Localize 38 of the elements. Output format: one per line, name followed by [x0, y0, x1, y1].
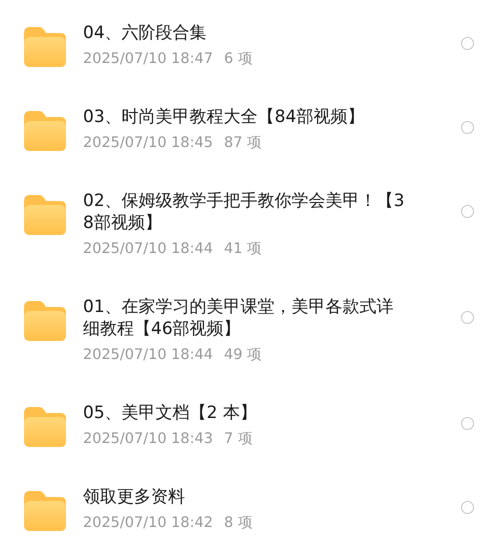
- folder-row[interactable]: 04、六阶段合集 2025/07/10 18:47 6 项: [0, 5, 500, 89]
- folder-name: 02、保姆级教学手把手教你学会美甲！【3: [83, 190, 406, 212]
- select-radio[interactable]: [461, 501, 474, 514]
- item-count: 8 项: [224, 514, 253, 533]
- item-count: 49 项: [224, 346, 262, 365]
- select-radio[interactable]: [461, 121, 474, 134]
- folder-icon: [24, 301, 66, 341]
- folder-row[interactable]: 05、美甲文档【2 本】 2025/07/10 18:43 7 项: [0, 385, 500, 469]
- item-count: 87 项: [224, 134, 262, 153]
- item-count: 7 项: [224, 430, 253, 449]
- folder-icon: [24, 27, 66, 67]
- folder-row[interactable]: 01、在家学习的美甲课堂，美甲各款式详 细教程【46部视频】 2025/07/10 18:44 49 项: [0, 279, 500, 385]
- folder-name: 8部视频】: [83, 212, 163, 234]
- folder-row[interactable]: 03、时尚美甲教程大全【84部视频】 2025/07/10 18:45 87 项: [0, 89, 500, 173]
- folder-icon: [24, 407, 66, 447]
- folder-name: 细教程【46部视频】: [83, 318, 242, 340]
- folder-name: 04、六阶段合集: [83, 22, 208, 44]
- folder-name: 领取更多资料: [83, 486, 186, 508]
- folder-icon: [24, 491, 66, 531]
- select-radio[interactable]: [461, 417, 474, 430]
- item-count: 6 项: [224, 50, 253, 69]
- select-radio[interactable]: [461, 37, 474, 50]
- item-count: 41 项: [224, 240, 262, 259]
- folder-name: 03、时尚美甲教程大全【84部视频】: [83, 106, 366, 128]
- folder-icon: [24, 111, 66, 151]
- modified-date: 2025/07/10 18:47: [83, 50, 213, 69]
- modified-date: 2025/07/10 18:44: [83, 240, 213, 259]
- folder-name: 05、美甲文档【2 本】: [83, 402, 258, 424]
- folder-row[interactable]: 领取更多资料 2025/07/10 18:42 8 项: [0, 469, 500, 546]
- modified-date: 2025/07/10 18:44: [83, 346, 213, 365]
- select-radio[interactable]: [461, 205, 474, 218]
- select-radio[interactable]: [461, 311, 474, 324]
- folder-row[interactable]: 02、保姆级教学手把手教你学会美甲！【3 8部视频】 2025/07/10 18:44 41 项: [0, 173, 500, 279]
- folder-name: 01、在家学习的美甲课堂，美甲各款式详: [83, 296, 395, 318]
- modified-date: 2025/07/10 18:42: [83, 514, 213, 533]
- modified-date: 2025/07/10 18:43: [83, 430, 213, 449]
- folder-icon: [24, 195, 66, 235]
- modified-date: 2025/07/10 18:45: [83, 134, 213, 153]
